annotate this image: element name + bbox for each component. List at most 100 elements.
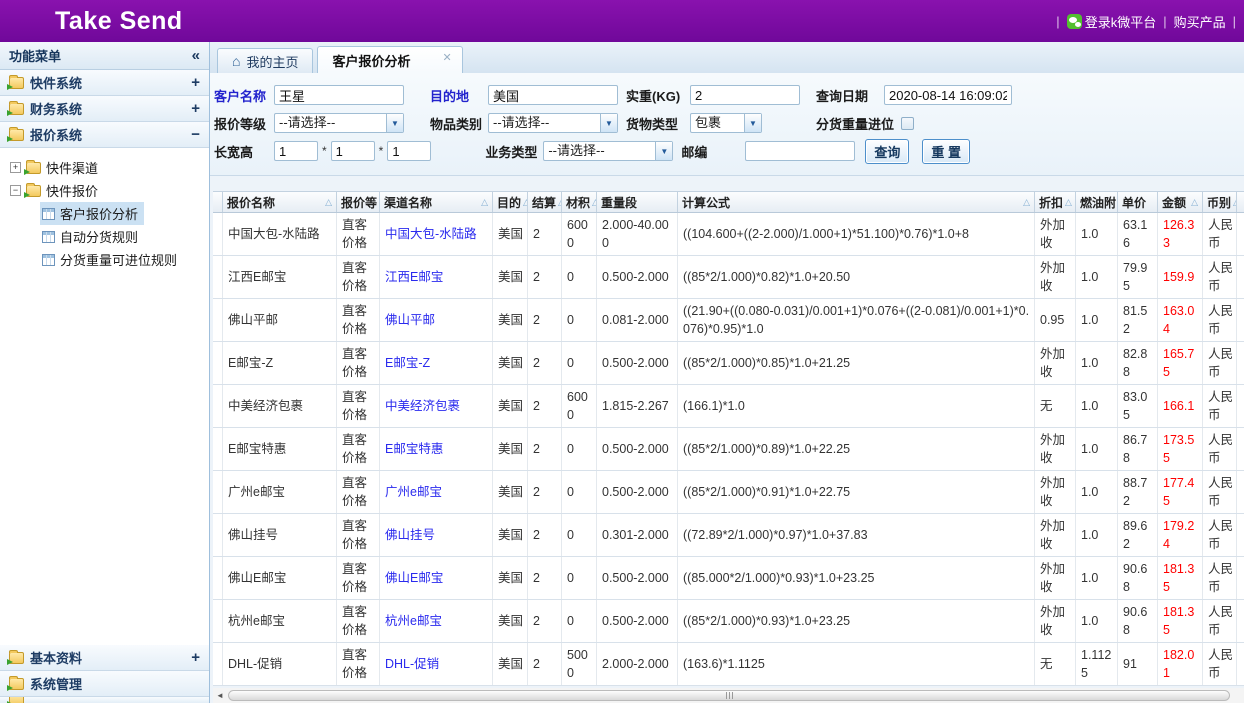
customer-name-input[interactable] (274, 85, 404, 105)
table-row[interactable]: E邮宝特惠直客价格E邮宝特惠美国200.500-2.000((85*2/1.00… (213, 428, 1244, 471)
channel-link[interactable]: 广州e邮宝 (380, 471, 493, 513)
tab-customer-quote-analysis[interactable]: 客户报价分析 ✕ (317, 46, 462, 73)
sidebar-item-express-system[interactable]: 快件系统 + (0, 70, 209, 96)
scroll-left-arrow[interactable]: ◄ (213, 691, 227, 700)
table-row[interactable]: DHL-促销直客价格DHL-促销美国250002.000-2.000(163.6… (213, 643, 1244, 686)
column-header[interactable] (213, 192, 223, 212)
table-cell: 89.62 (1118, 514, 1158, 556)
table-cell: 2 (528, 471, 562, 513)
horizontal-scrollbar[interactable]: ◄ (213, 688, 1244, 703)
table-row[interactable]: 中国大包-水陆路直客价格中国大包-水陆路美国260002.000-40.000(… (213, 213, 1244, 256)
collapse-sidebar-icon[interactable]: « (192, 47, 200, 64)
column-header[interactable]: 燃油附△ (1076, 192, 1118, 212)
channel-link[interactable]: 佛山平邮 (380, 299, 493, 341)
table-row[interactable]: 佛山E邮宝直客价格佛山E邮宝美国200.500-2.000((85.000*2/… (213, 557, 1244, 600)
dropdown-arrow-icon[interactable]: ▼ (655, 142, 672, 160)
table-row[interactable]: 佛山平邮直客价格佛山平邮美国200.081-2.000((21.90+((0.0… (213, 299, 1244, 342)
table-cell: ((21.90+((0.080-0.031)/0.001+1)*0.076+((… (678, 299, 1035, 341)
query-date-input[interactable] (884, 85, 1012, 105)
column-header[interactable]: 材积△ (562, 192, 597, 212)
destination-input[interactable] (488, 85, 618, 105)
tree-leaf-weight-carry-rule[interactable]: 分货重量可进位规则 (0, 248, 209, 271)
sidebar-item-partial[interactable] (0, 697, 209, 703)
expander-plus-icon[interactable]: + (10, 162, 21, 173)
reset-button[interactable]: 重 置 (922, 139, 970, 164)
length-input[interactable] (274, 141, 318, 161)
dropdown-arrow-icon[interactable]: ▼ (386, 114, 403, 132)
cargo-type-select[interactable]: 包裹 ▼ (690, 113, 762, 133)
tree-leaf-label: 客户报价分析 (60, 204, 138, 223)
login-wechat-link[interactable]: 登录k微平台 (1067, 12, 1157, 31)
sidebar-item-system-management[interactable]: 系统管理 (0, 671, 209, 697)
channel-link[interactable]: 佛山挂号 (380, 514, 493, 556)
zipcode-input[interactable] (745, 141, 855, 161)
sort-icon[interactable]: △ (1191, 197, 1198, 208)
width-input[interactable] (331, 141, 375, 161)
tree-leaf-auto-sorting-rule[interactable]: 自动分货规则 (0, 225, 209, 248)
table-row[interactable]: 杭州e邮宝直客价格杭州e邮宝美国200.500-2.000((85*2/1.00… (213, 600, 1244, 643)
scrollbar-thumb[interactable] (228, 690, 1230, 701)
channel-link[interactable]: E邮宝-Z (380, 342, 493, 384)
business-type-select[interactable]: --请选择-- ▼ (543, 141, 673, 161)
column-header[interactable]: 金额△ (1158, 192, 1203, 212)
buy-product-link[interactable]: 购买产品 (1174, 12, 1226, 31)
dropdown-arrow-icon[interactable]: ▼ (600, 114, 617, 132)
sort-icon[interactable]: △ (1023, 197, 1030, 208)
table-cell: 6000 (562, 213, 597, 255)
table-cell: 直客价格 (337, 428, 380, 470)
channel-link[interactable]: 中美经济包裹 (380, 385, 493, 427)
weight-carry-checkbox[interactable] (901, 117, 914, 130)
close-icon[interactable]: ✕ (443, 47, 452, 64)
dropdown-arrow-icon[interactable]: ▼ (744, 114, 761, 132)
table-cell: 1.0 (1076, 342, 1118, 384)
search-button[interactable]: 查询 (865, 139, 909, 164)
table-row[interactable]: 佛山挂号直客价格佛山挂号美国200.301-2.000((72.89*2/1.0… (213, 514, 1244, 557)
tree-node-express-quote[interactable]: − 快件报价 (0, 179, 209, 202)
column-header[interactable]: 渠道名称△ (380, 192, 493, 212)
tab-my-homepage[interactable]: ⌂ 我的主页 (217, 48, 313, 73)
sort-icon[interactable]: △ (481, 197, 488, 208)
quote-level-select[interactable]: --请选择-- ▼ (274, 113, 404, 133)
table-row[interactable]: E邮宝-Z直客价格E邮宝-Z美国200.500-2.000((85*2/1.00… (213, 342, 1244, 385)
collapse-minus-icon: − (191, 126, 200, 143)
channel-link[interactable]: 佛山E邮宝 (380, 557, 493, 599)
column-header[interactable]: 结算△ (528, 192, 562, 212)
column-header[interactable]: 单价 (1118, 192, 1158, 212)
table-row[interactable]: 广州e邮宝直客价格广州e邮宝美国200.500-2.000((85*2/1.00… (213, 471, 1244, 514)
scrollbar-track[interactable] (227, 689, 1244, 702)
column-header[interactable]: 计算公式△ (678, 192, 1035, 212)
column-header[interactable]: 币别△ (1203, 192, 1237, 212)
tree-leaf-customer-quote-analysis[interactable]: 客户报价分析 (0, 202, 209, 225)
table-cell: 2 (528, 256, 562, 298)
height-input[interactable] (387, 141, 431, 161)
column-header[interactable]: 报价名称△ (223, 192, 337, 212)
item-category-select[interactable]: --请选择-- ▼ (488, 113, 618, 133)
sort-icon[interactable]: △ (1065, 197, 1072, 208)
business-type-label: 业务类型 (485, 142, 543, 161)
table-row[interactable]: 中美经济包裹直客价格中美经济包裹美国260001.815-2.267(166.1… (213, 385, 1244, 428)
table-cell: 82.88 (1118, 342, 1158, 384)
table-cell: 佛山平邮 (223, 299, 337, 341)
query-date-label: 查询日期 (816, 86, 884, 105)
table-row[interactable]: 江西E邮宝直客价格江西E邮宝美国200.500-2.000((85*2/1.00… (213, 256, 1244, 299)
channel-link[interactable]: 中国大包-水陆路 (380, 213, 493, 255)
expand-plus-icon: + (191, 649, 200, 666)
table-cell: ((85*2/1.000)*0.85)*1.0+21.25 (678, 342, 1035, 384)
expander-minus-icon[interactable]: − (10, 185, 21, 196)
sidebar-item-basic-data[interactable]: 基本资料 + (0, 645, 209, 671)
table-cell: 佛山挂号 (223, 514, 337, 556)
channel-link[interactable]: 江西E邮宝 (380, 256, 493, 298)
table-cell (213, 600, 223, 642)
channel-link[interactable]: 杭州e邮宝 (380, 600, 493, 642)
column-header[interactable]: 目的△ (493, 192, 528, 212)
sidebar-item-quote-system[interactable]: 报价系统 − (0, 122, 209, 148)
channel-link[interactable]: E邮宝特惠 (380, 428, 493, 470)
sort-icon[interactable]: △ (325, 197, 332, 208)
column-header[interactable]: 报价等 (337, 192, 380, 212)
tree-node-express-channel[interactable]: + 快件渠道 (0, 156, 209, 179)
channel-link[interactable]: DHL-促销 (380, 643, 493, 685)
weight-input[interactable] (690, 85, 800, 105)
column-header[interactable]: 重量段 (597, 192, 678, 212)
column-header[interactable]: 折扣△ (1035, 192, 1076, 212)
sidebar-item-finance-system[interactable]: 财务系统 + (0, 96, 209, 122)
